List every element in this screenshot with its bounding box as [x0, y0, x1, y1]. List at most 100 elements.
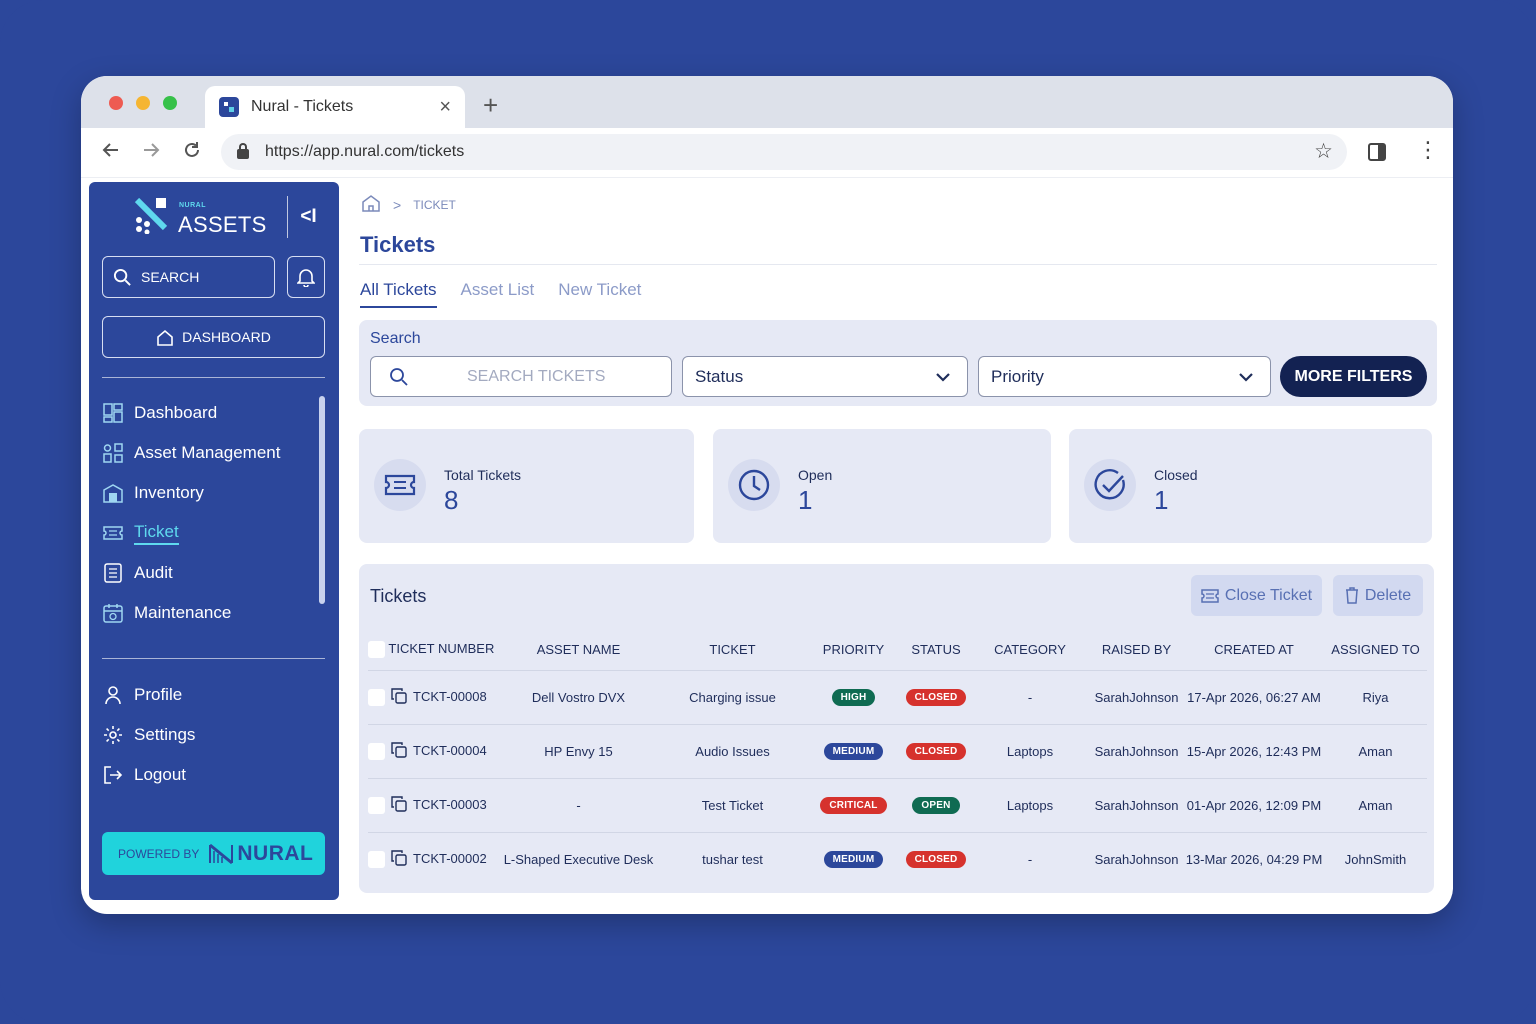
- sidebar: NURAL ASSETS <I SEARCH DASHBOARD Dashboa…: [89, 182, 339, 900]
- tab-all-tickets[interactable]: All Tickets: [360, 280, 437, 308]
- status-cell: OPEN: [901, 778, 971, 833]
- sidebar-item-label: Dashboard: [134, 403, 218, 422]
- settings-icon: [102, 724, 124, 746]
- breadcrumb-home-icon[interactable]: [361, 194, 381, 215]
- sidebar-item-audit[interactable]: Audit: [102, 553, 312, 593]
- row-checkbox[interactable]: [368, 688, 385, 706]
- back-icon[interactable]: [101, 140, 121, 166]
- row-checkbox[interactable]: [368, 850, 385, 868]
- raised-by-cell: SarahJohnson: [1094, 851, 1179, 867]
- ticket-number[interactable]: TCKT-00003: [413, 796, 487, 811]
- status-select[interactable]: Status: [682, 356, 968, 397]
- search-tickets-input[interactable]: [467, 367, 667, 386]
- column-header-label: TICKET NUMBER: [388, 641, 495, 657]
- copy-icon[interactable]: [391, 795, 407, 815]
- window-maximize-dot[interactable]: [163, 96, 177, 110]
- column-header-ticket[interactable]: TICKET: [659, 630, 806, 671]
- nural-assets-logo[interactable]: NURAL ASSETS: [133, 198, 266, 238]
- window-minimize-dot[interactable]: [136, 96, 150, 110]
- copy-icon[interactable]: [391, 687, 407, 707]
- stat-label: Total Tickets: [444, 467, 522, 483]
- sidebar-item-label: Ticket: [134, 522, 179, 545]
- browser-tab[interactable]: Nural - Tickets ×: [205, 86, 465, 128]
- delete-button[interactable]: Delete: [1333, 575, 1423, 616]
- chevron-down-icon: [1239, 373, 1253, 382]
- asset-name-cell: L-Shaped Executive Desk: [503, 851, 654, 867]
- stat-card-closed[interactable]: Closed 1: [1069, 429, 1432, 543]
- sidebar-search-button[interactable]: SEARCH: [102, 256, 275, 298]
- reload-icon[interactable]: [182, 140, 202, 166]
- column-header-asset-name[interactable]: ASSET NAME: [498, 630, 659, 671]
- column-header-ticket-number[interactable]: TICKET NUMBER: [368, 630, 498, 671]
- bookmark-star-icon[interactable]: ☆: [1314, 139, 1333, 164]
- table-row[interactable]: TCKT-00002 L-Shaped Executive Desk tusha…: [368, 832, 1427, 886]
- column-header-created-at[interactable]: CREATED AT: [1184, 630, 1324, 671]
- address-bar: https://app.nural.com/tickets ☆ ⋮: [81, 128, 1453, 178]
- stat-card-total-tickets[interactable]: Total Tickets 8: [359, 429, 694, 543]
- priority-select[interactable]: Priority: [978, 356, 1271, 397]
- copy-icon[interactable]: [391, 741, 407, 761]
- sidebar-item-logout[interactable]: Logout: [102, 755, 312, 795]
- status-badge: OPEN: [912, 797, 960, 814]
- priority-badge: MEDIUM: [823, 743, 884, 760]
- sidebar-item-maintenance[interactable]: Maintenance: [102, 593, 312, 633]
- page-title: Tickets: [360, 232, 436, 257]
- column-header-category[interactable]: CATEGORY: [971, 630, 1089, 671]
- collapse-sidebar-button[interactable]: <I: [287, 196, 329, 238]
- priority-badge: CRITICAL: [820, 797, 887, 814]
- column-header-assigned-to[interactable]: ASSIGNED TO: [1324, 630, 1427, 671]
- search-tickets-field[interactable]: [370, 356, 672, 397]
- column-header-priority[interactable]: PRIORITY: [806, 630, 901, 671]
- stat-value: 1: [1154, 485, 1169, 515]
- notifications-button[interactable]: [287, 256, 325, 298]
- column-header-raised-by[interactable]: RAISED BY: [1089, 630, 1184, 671]
- ticket-number[interactable]: TCKT-00004: [413, 742, 487, 757]
- home-icon: [157, 329, 173, 346]
- forward-icon[interactable]: [141, 140, 161, 166]
- nural-logo-mark-icon: [134, 198, 168, 234]
- sidebar-item-ticket[interactable]: Ticket: [102, 513, 312, 553]
- tab-close-icon[interactable]: ×: [439, 96, 451, 119]
- dashboard-button-label: DASHBOARD: [182, 329, 271, 345]
- row-checkbox[interactable]: [368, 742, 385, 760]
- row-checkbox[interactable]: [368, 796, 385, 814]
- select-all-checkbox[interactable]: [368, 641, 385, 659]
- url-field[interactable]: https://app.nural.com/tickets ☆: [221, 134, 1347, 170]
- window-close-dot[interactable]: [109, 96, 123, 110]
- column-header-status[interactable]: STATUS: [901, 630, 971, 671]
- stat-value: 8: [444, 485, 459, 515]
- tab-asset-list[interactable]: Asset List: [461, 280, 535, 308]
- sidebar-item-label: Maintenance: [134, 603, 232, 622]
- table-row[interactable]: TCKT-00003 - Test Ticket CRITICAL OPEN L…: [368, 778, 1427, 833]
- sidebar-item-settings[interactable]: Settings: [102, 715, 312, 755]
- status-cell: CLOSED: [901, 724, 971, 779]
- status-cell: CLOSED: [901, 832, 971, 886]
- sidebar-item-inventory[interactable]: Inventory: [102, 473, 312, 513]
- sidebar-item-profile[interactable]: Profile: [102, 675, 312, 715]
- dashboard-button[interactable]: DASHBOARD: [102, 316, 325, 358]
- browser-menu-icon[interactable]: ⋮: [1417, 139, 1439, 161]
- tickets-table-panel: Tickets Close Ticket Delete TICKET NUMBE…: [359, 564, 1434, 893]
- table-row[interactable]: TCKT-00004 HP Envy 15 Audio Issues MEDIU…: [368, 724, 1427, 779]
- tab-new-ticket[interactable]: New Ticket: [558, 280, 641, 308]
- new-tab-icon[interactable]: +: [483, 90, 498, 121]
- sidebar-scrollbar[interactable]: [319, 396, 325, 604]
- close-ticket-button[interactable]: Close Ticket: [1191, 575, 1322, 616]
- ticket-number[interactable]: TCKT-00008: [413, 688, 487, 703]
- category-cell: Laptops: [971, 778, 1089, 833]
- copy-icon[interactable]: [391, 850, 407, 869]
- created-at-cell: 15-Apr 2026, 12:43 PM: [1184, 724, 1324, 779]
- stat-card-open[interactable]: Open 1: [713, 429, 1051, 543]
- category-cell: Laptops: [971, 724, 1089, 779]
- sidebar-item-dashboard[interactable]: Dashboard: [102, 393, 312, 433]
- side-panel-icon[interactable]: [1368, 143, 1386, 161]
- breadcrumb-current[interactable]: TICKET: [413, 198, 456, 212]
- ticket-number[interactable]: TCKT-00002: [413, 851, 487, 866]
- ticket-cell: Test Ticket: [659, 778, 806, 833]
- inventory-icon: [102, 482, 124, 504]
- table-row[interactable]: TCKT-00008 Dell Vostro DVX Charging issu…: [368, 670, 1427, 725]
- sidebar-item-asset-management[interactable]: Asset Management: [102, 433, 312, 473]
- powered-by-badge[interactable]: POWERED BY NURAL: [102, 832, 325, 875]
- brand-small-text: NURAL: [179, 202, 206, 209]
- more-filters-button[interactable]: MORE FILTERS: [1280, 356, 1427, 397]
